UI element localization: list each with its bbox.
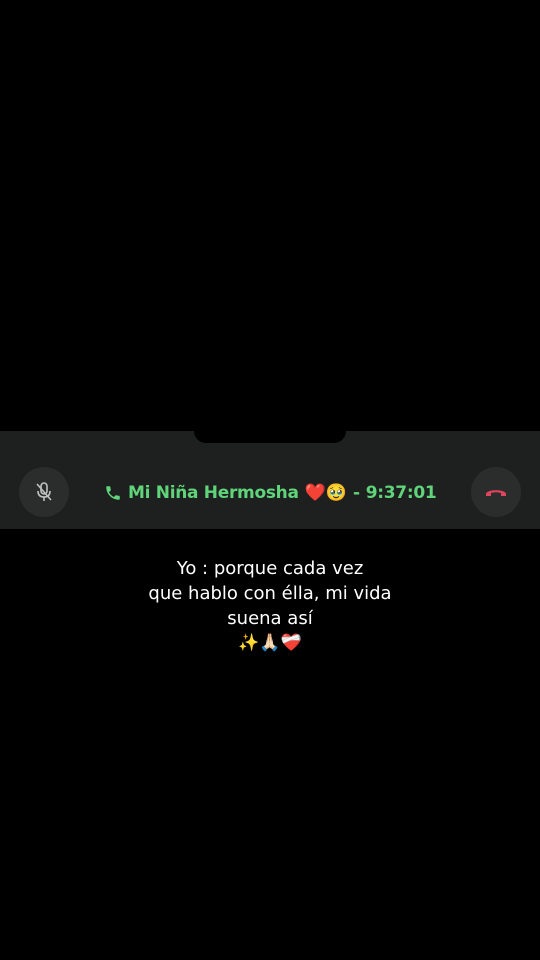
contact-name: Mi Niña Hermosha — [128, 483, 299, 503]
caption-line: que hablo con élla, mi vida — [148, 583, 392, 604]
caption-emojis: ✨🙏🏻❤️‍🩹 — [238, 633, 302, 653]
caption-line: Yo : porque cada vez — [176, 558, 364, 579]
camera-notch — [194, 431, 346, 443]
phone-hangup-icon — [484, 486, 508, 498]
call-duration: 9:37:01 — [365, 483, 437, 503]
microphone-muted-icon — [34, 481, 54, 503]
call-info[interactable]: Mi Niña Hermosha ❤️🥹 - 9:37:01 — [104, 480, 437, 506]
end-call-button[interactable] — [471, 467, 521, 517]
contact-emojis: ❤️🥹 — [304, 483, 347, 503]
phone-icon — [104, 484, 122, 502]
separator: - — [352, 483, 360, 503]
caption-text: Yo : porque cada vez que hablo con élla,… — [0, 556, 540, 656]
ongoing-call-bar[interactable]: Mi Niña Hermosha ❤️🥹 - 9:37:01 — [0, 431, 540, 529]
mute-button[interactable] — [19, 467, 69, 517]
screen: Mi Niña Hermosha ❤️🥹 - 9:37:01 Yo : porq… — [0, 0, 540, 960]
caption-line: suena así — [227, 608, 313, 629]
